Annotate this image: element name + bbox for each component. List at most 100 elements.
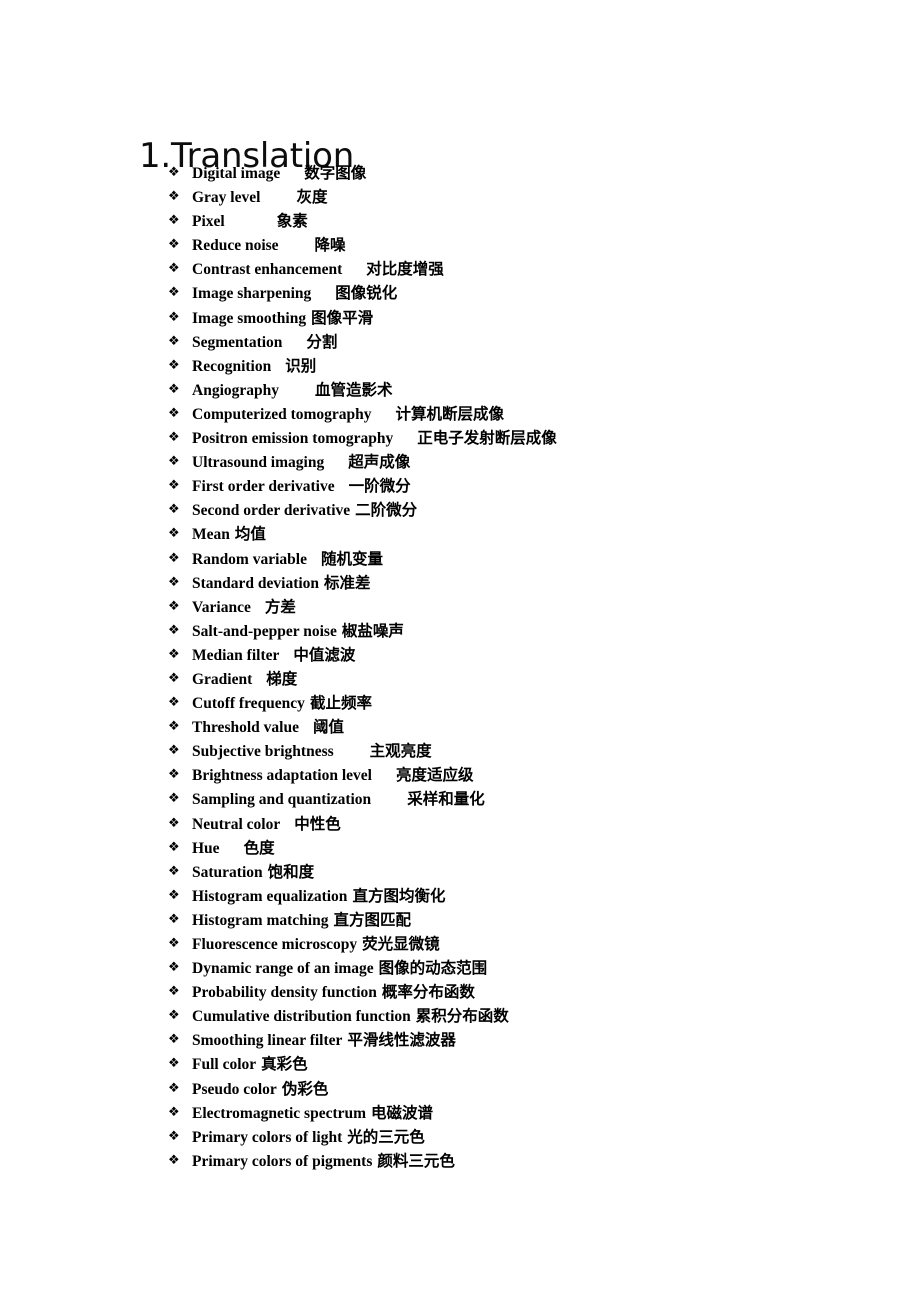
- term-chinese: 降噪: [314, 236, 346, 255]
- term-english: Ultrasound imaging: [192, 454, 325, 472]
- list-item: ❖ Electromagnetic spectrum 电磁波谱: [0, 1101, 920, 1125]
- term-chinese: 超声成像: [348, 453, 411, 472]
- term-english: Histogram matching: [192, 911, 329, 929]
- term-chinese: 颜料三元色: [377, 1151, 455, 1170]
- term-english: Digital image: [192, 165, 281, 182]
- term-english: Dynamic range of an image: [192, 960, 374, 978]
- term-spacer: [299, 716, 313, 740]
- term-english: Smoothing linear filter: [192, 1032, 343, 1050]
- diamond-bullet-icon: ❖: [168, 622, 180, 638]
- term-chinese: 图像平滑: [311, 308, 374, 327]
- term-english: Segmentation: [192, 333, 283, 351]
- list-item: ❖ Gradient 梯度: [0, 667, 920, 691]
- list-item: ❖ Primary colors of light 光的三元色: [0, 1125, 920, 1149]
- diamond-bullet-icon: ❖: [168, 646, 180, 662]
- term-english: Recognition: [192, 357, 272, 375]
- diamond-bullet-icon: ❖: [168, 1104, 180, 1120]
- term-chinese: 随机变量: [320, 549, 383, 568]
- diamond-bullet-icon: ❖: [168, 911, 180, 927]
- term-chinese: 直方图匹配: [333, 910, 411, 929]
- term-chinese: 图像的动态范围: [378, 959, 488, 978]
- list-item: ❖ Digital image 数字图像: [0, 161, 920, 185]
- diamond-bullet-icon: ❖: [168, 598, 180, 614]
- term-english: Computerized tomography: [192, 405, 372, 423]
- term-english: Hue: [192, 839, 220, 857]
- list-item: ❖ Full color 真彩色: [0, 1052, 920, 1076]
- term-english: Salt-and-pepper noise: [192, 622, 337, 640]
- term-english: Fluorescence microscopy: [192, 936, 358, 953]
- term-chinese: 荧光显微镜: [362, 935, 440, 953]
- term-english: Primary colors of light: [192, 1128, 343, 1146]
- diamond-bullet-icon: ❖: [168, 550, 180, 566]
- term-english: Neutral color: [192, 815, 281, 833]
- term-english: Subjective brightness: [192, 743, 334, 761]
- term-chinese: 均值: [234, 525, 266, 544]
- diamond-bullet-icon: ❖: [168, 213, 180, 229]
- term-spacer: [311, 282, 335, 306]
- diamond-bullet-icon: ❖: [168, 767, 180, 783]
- term-spacer: [342, 258, 366, 282]
- term-chinese: 计算机断层成像: [395, 404, 505, 423]
- list-item: ❖ Image smoothing 图像平滑: [0, 306, 920, 330]
- term-english: Cutoff frequency: [192, 695, 305, 713]
- term-english: First order derivative: [192, 478, 335, 496]
- diamond-bullet-icon: ❖: [168, 285, 180, 301]
- diamond-bullet-icon: ❖: [168, 405, 180, 421]
- term-chinese: 中值滤波: [293, 645, 356, 664]
- list-item: ❖ Histogram equalization 直方图均衡化: [0, 884, 920, 908]
- diamond-bullet-icon: ❖: [168, 1152, 180, 1168]
- diamond-bullet-icon: ❖: [168, 309, 180, 325]
- term-english: Reduce noise: [192, 237, 279, 255]
- term-english: Full color: [192, 1056, 257, 1074]
- list-item: ❖ Second order derivative 二阶微分: [0, 498, 920, 522]
- term-chinese: 概率分布函数: [381, 983, 475, 1002]
- diamond-bullet-icon: ❖: [168, 1032, 180, 1048]
- term-english: Variance: [192, 598, 251, 616]
- term-spacer: [220, 837, 244, 861]
- list-item: ❖ Image sharpening 图像锐化: [0, 281, 920, 305]
- list-item: ❖ Segmentation 分割: [0, 330, 920, 354]
- list-item: ❖ Gray level 灰度: [0, 185, 920, 209]
- list-item: ❖ Random variable 随机变量: [0, 547, 920, 571]
- diamond-bullet-icon: ❖: [168, 478, 180, 494]
- list-item: ❖ Histogram matching 直方图匹配: [0, 908, 920, 932]
- term-english: Contrast enhancement: [192, 261, 343, 279]
- term-spacer: [279, 234, 315, 258]
- term-english: Image sharpening: [192, 285, 312, 303]
- list-item: ❖ Variance 方差: [0, 595, 920, 619]
- term-english: Gradient: [192, 670, 253, 688]
- term-chinese: 方差: [264, 597, 296, 616]
- diamond-bullet-icon: ❖: [168, 357, 180, 373]
- term-chinese: 直方图均衡化: [352, 886, 446, 905]
- term-chinese: 截止频率: [309, 694, 372, 713]
- term-chinese: 标准差: [324, 573, 371, 592]
- diamond-bullet-icon: ❖: [168, 430, 180, 446]
- list-item: ❖ Reduce noise 降噪: [0, 233, 920, 257]
- term-english: Gray level: [192, 189, 261, 207]
- term-chinese: 识别: [285, 356, 317, 375]
- list-item: ❖ Salt-and-pepper noise 椒盐噪声: [0, 619, 920, 643]
- list-item: ❖ Threshold value 阈值: [0, 715, 920, 739]
- list-item: ❖ Standard deviation 标准差: [0, 571, 920, 595]
- term-english: Saturation: [192, 863, 263, 881]
- term-english: Image smoothing: [192, 309, 307, 327]
- list-item: ❖ Pseudo color 伪彩色: [0, 1077, 920, 1101]
- diamond-bullet-icon: ❖: [168, 502, 180, 518]
- list-item: ❖ Pixel 象素: [0, 209, 920, 233]
- translation-term-list: ❖ Digital image 数字图像 ❖ Gray level 灰度 ❖ Pixel …: [0, 161, 920, 1173]
- diamond-bullet-icon: ❖: [168, 237, 180, 253]
- term-english: Pixel: [192, 213, 225, 231]
- term-english: Probability density function: [192, 984, 377, 1002]
- term-spacer: [279, 379, 315, 403]
- term-english: Mean: [192, 526, 230, 544]
- term-chinese: 阈值: [312, 718, 344, 737]
- term-spacer: [271, 355, 285, 379]
- list-item: ❖ Computerized tomography 计算机断层成像: [0, 402, 920, 426]
- term-chinese: 中性色: [294, 814, 341, 833]
- term-spacer: [279, 644, 293, 668]
- diamond-bullet-icon: ❖: [168, 695, 180, 711]
- diamond-bullet-icon: ❖: [168, 670, 180, 686]
- term-chinese: 灰度: [296, 188, 328, 207]
- term-chinese: 正电子发射断层成像: [417, 429, 557, 448]
- term-chinese: 椒盐噪声: [341, 621, 404, 640]
